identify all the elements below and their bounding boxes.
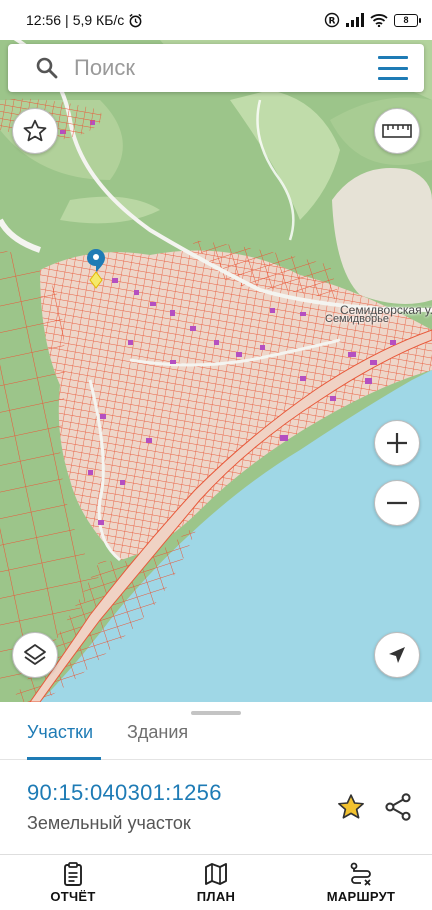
zoom-out-button[interactable]: [374, 480, 420, 526]
sheet-tabs: Участки Здания: [0, 716, 432, 760]
measure-button[interactable]: [374, 108, 420, 154]
navigation-arrow-icon: [389, 647, 405, 663]
clock: 12:56: [26, 12, 62, 28]
cadastral-number[interactable]: 90:15:040301:1256: [27, 780, 222, 806]
layers-button[interactable]: [12, 632, 58, 678]
registered-icon: R: [324, 12, 340, 28]
route-icon: [350, 862, 371, 886]
favorite-star-icon[interactable]: [336, 792, 366, 822]
search-input[interactable]: [74, 55, 354, 81]
map-view[interactable]: Семидворская ули Семидворье: [0, 40, 432, 702]
map-plan-icon: [205, 863, 227, 885]
signal-icon: [346, 13, 364, 27]
menu-icon[interactable]: [378, 56, 408, 80]
svg-text:R: R: [329, 17, 336, 27]
wifi-icon: [370, 14, 388, 27]
bottom-navigation: ОТЧЁТ ПЛАН МАРШРУТ: [0, 854, 432, 910]
favorites-button[interactable]: [12, 108, 58, 154]
sheet-drag-handle[interactable]: [191, 711, 241, 715]
nav-plan-label: ПЛАН: [196, 889, 236, 904]
alarm-icon: [129, 13, 142, 27]
share-icon[interactable]: [384, 792, 412, 822]
report-icon: [64, 862, 82, 886]
nav-route[interactable]: МАРШРУТ: [318, 861, 404, 904]
my-location-button[interactable]: [374, 632, 420, 678]
layers-icon: [24, 644, 46, 665]
plus-icon: [387, 433, 407, 453]
village-label: Семидворье: [325, 313, 389, 325]
status-bar: 12:56 | 5,9 КБ/с R 8: [0, 0, 432, 40]
ruler-icon: [382, 124, 412, 138]
star-outline-icon: [23, 119, 47, 142]
parcel-type: Земельный участок: [27, 813, 191, 833]
nav-route-label: МАРШРУТ: [326, 889, 396, 904]
minus-icon: [387, 501, 407, 505]
battery-level: 8: [403, 15, 409, 25]
status-separator: |: [65, 12, 69, 28]
nav-plan[interactable]: ПЛАН: [188, 861, 244, 904]
network-speed: 5,9 КБ/с: [72, 12, 125, 28]
battery-icon: 8: [394, 13, 421, 27]
tab-buildings[interactable]: Здания: [127, 720, 188, 760]
map-canvas[interactable]: [0, 40, 432, 702]
search-icon[interactable]: [34, 55, 60, 81]
zoom-in-button[interactable]: [374, 420, 420, 466]
nav-report-label: ОТЧЁТ: [50, 889, 96, 904]
search-bar: [8, 44, 424, 92]
nav-report[interactable]: ОТЧЁТ: [44, 861, 102, 904]
parcel-info-sheet: Участки Здания 90:15:040301:1256 Земельн…: [0, 702, 432, 854]
tab-parcels[interactable]: Участки: [27, 720, 101, 760]
